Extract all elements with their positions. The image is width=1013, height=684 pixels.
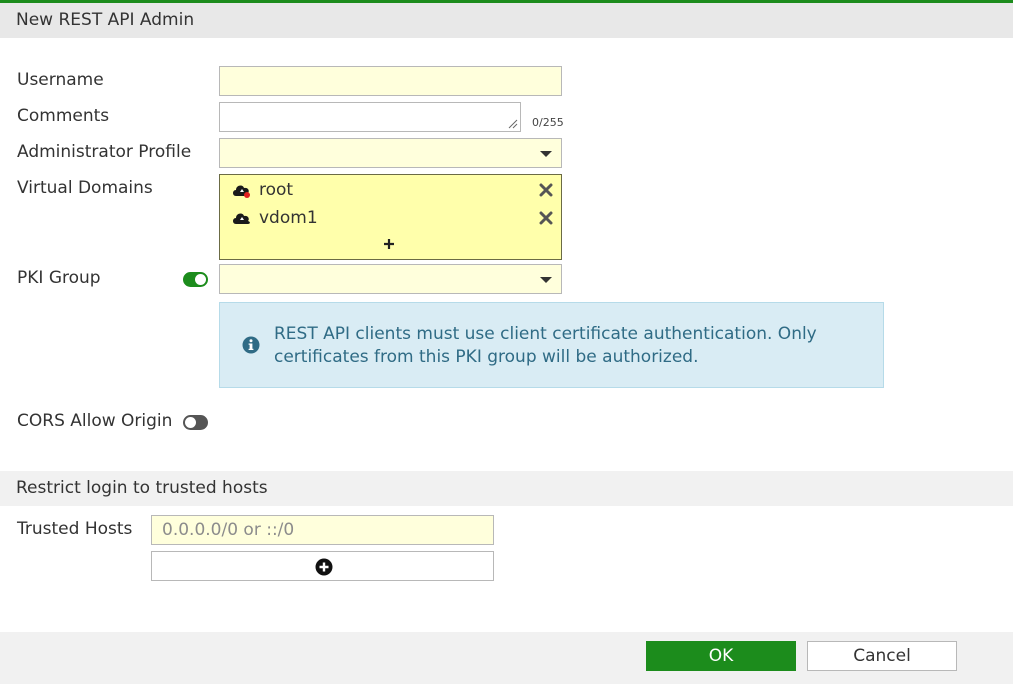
chevron-down-icon (540, 151, 552, 157)
username-label: Username (17, 70, 104, 90)
toggle-knob (195, 274, 206, 285)
trusted-host-input[interactable]: 0.0.0.0/0 or ::/0 (151, 515, 494, 545)
pki-group-select[interactable] (219, 264, 562, 294)
username-input[interactable] (219, 66, 562, 96)
trusted-hosts-section-header: Restrict login to trusted hosts (0, 471, 1013, 506)
admin-profile-select[interactable] (219, 138, 562, 168)
cloud-icon (233, 213, 250, 224)
info-icon (242, 336, 260, 354)
vdom-item-root: root (231, 180, 293, 200)
pki-info-box: REST API clients must use client certifi… (219, 302, 884, 388)
plus-icon[interactable] (383, 238, 395, 250)
pki-group-toggle[interactable] (183, 272, 208, 287)
comments-textarea[interactable] (219, 102, 521, 132)
vdom-item-vdom1: vdom1 (231, 208, 318, 228)
virtual-domains-list[interactable]: root vdom1 (219, 174, 562, 260)
vdom-name: root (259, 180, 294, 200)
close-icon[interactable] (539, 211, 553, 225)
comments-counter: 0/255 (532, 116, 564, 129)
pki-group-label: PKI Group (17, 268, 101, 288)
vdom-name: vdom1 (259, 208, 318, 228)
toggle-knob (185, 417, 196, 428)
comments-label: Comments (17, 106, 110, 126)
cancel-button[interactable]: Cancel (807, 641, 957, 671)
ok-button[interactable]: OK (646, 641, 796, 671)
admin-profile-label: Administrator Profile (17, 142, 192, 162)
chevron-down-icon (540, 277, 552, 283)
trusted-host-placeholder: 0.0.0.0/0 or ::/0 (162, 520, 295, 540)
virtual-domains-label: Virtual Domains (17, 178, 153, 198)
cors-toggle[interactable] (183, 415, 208, 430)
close-icon[interactable] (539, 183, 553, 197)
cloud-icon (233, 185, 250, 198)
resize-handle-icon[interactable] (508, 119, 518, 129)
cors-label: CORS Allow Origin (17, 411, 173, 431)
trusted-hosts-label: Trusted Hosts (17, 519, 133, 539)
dialog-title: New REST API Admin (0, 3, 1013, 38)
pki-info-text: REST API clients must use client certifi… (274, 324, 817, 367)
add-trusted-host-button[interactable] (151, 551, 494, 581)
add-circle-icon (315, 558, 333, 576)
